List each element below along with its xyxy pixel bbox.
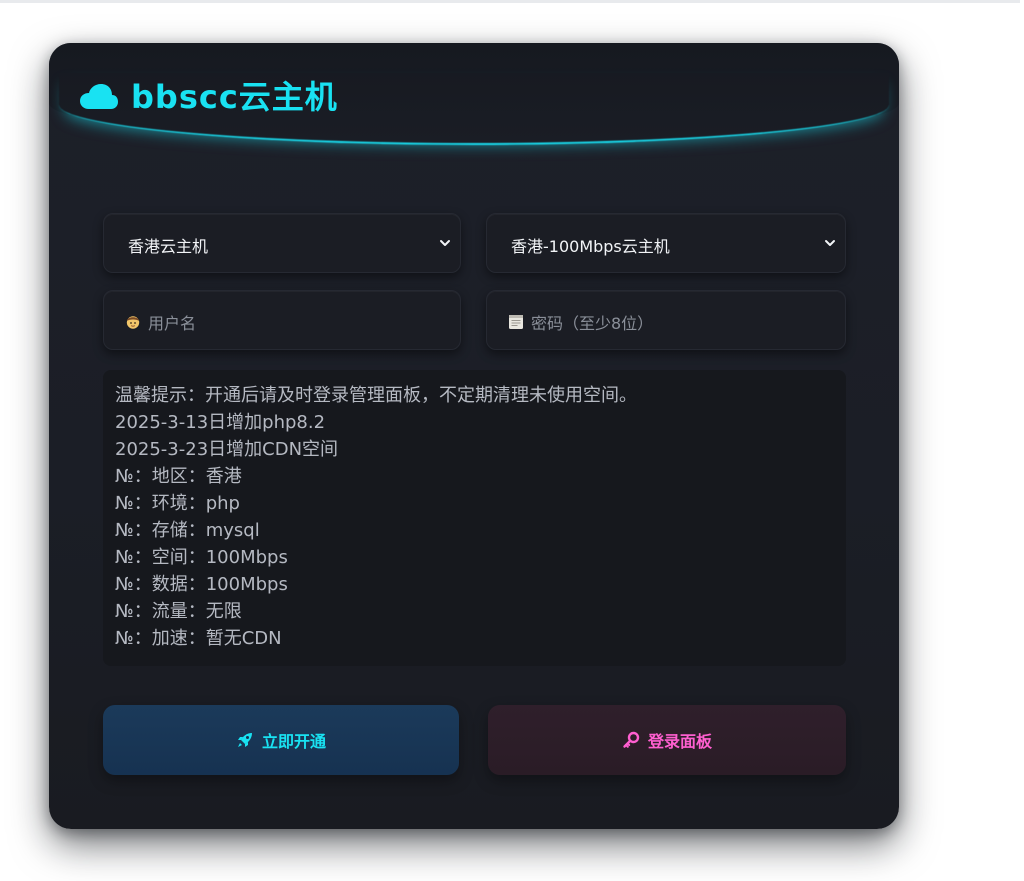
username-input[interactable]: 用户名 (103, 290, 461, 350)
login-panel-button[interactable]: 登录面板 (488, 705, 846, 775)
brand: bbscc云主机 (79, 77, 338, 117)
cloud-icon (80, 84, 118, 109)
plan-select[interactable]: 香港-100Mbps云主机 (486, 213, 846, 273)
region-select[interactable]: 香港云主机 (103, 213, 461, 273)
notice-box: 温馨提示：开通后请及时登录管理面板，不定期清理未使用空间。 2025-3-13日… (103, 370, 846, 666)
user-icon (126, 316, 140, 329)
note-icon (509, 315, 523, 329)
signup-card: bbscc云主机 香港云主机 香港-100Mbps云主机 用户名 密码（至少8位… (49, 43, 899, 829)
open-now-label: 立即开通 (261, 732, 326, 751)
chevron-down-icon (825, 240, 835, 246)
open-now-button[interactable]: 立即开通 (103, 705, 459, 775)
password-placeholder-wrap: 密码（至少8位） (507, 310, 653, 334)
notice-line: №：空间：100Mbps (115, 547, 288, 568)
password-input[interactable]: 密码（至少8位） (486, 290, 846, 350)
notice-line: №：数据：100Mbps (115, 574, 288, 595)
notice-line: №：流量：无限 (115, 601, 242, 622)
plan-select-value: 香港-100Mbps云主机 (511, 237, 670, 256)
region-select-value: 香港云主机 (128, 237, 209, 256)
notice-line: 2025-3-13日增加php8.2 (115, 412, 326, 433)
password-placeholder: 密码（至少8位） (531, 314, 654, 333)
login-panel-label: 登录面板 (647, 732, 712, 751)
top-divider (0, 0, 1020, 3)
notice-line: 2025-3-23日增加CDN空间 (115, 439, 339, 460)
chevron-down-icon (440, 240, 450, 246)
username-placeholder-wrap: 用户名 (124, 310, 196, 334)
username-placeholder: 用户名 (148, 314, 197, 333)
notice-line: 温馨提示：开通后请及时登录管理面板，不定期清理未使用空间。 (115, 385, 637, 406)
key-icon (623, 731, 640, 748)
notice-line: №：加速：暂无CDN (115, 628, 282, 649)
rocket-icon (237, 733, 252, 747)
notice-line: №：存储：mysql (115, 520, 260, 541)
notice-line: №：环境：php (115, 493, 240, 514)
notice-line: №：地区：香港 (115, 466, 242, 487)
app-title: bbscc云主机 (131, 78, 338, 116)
